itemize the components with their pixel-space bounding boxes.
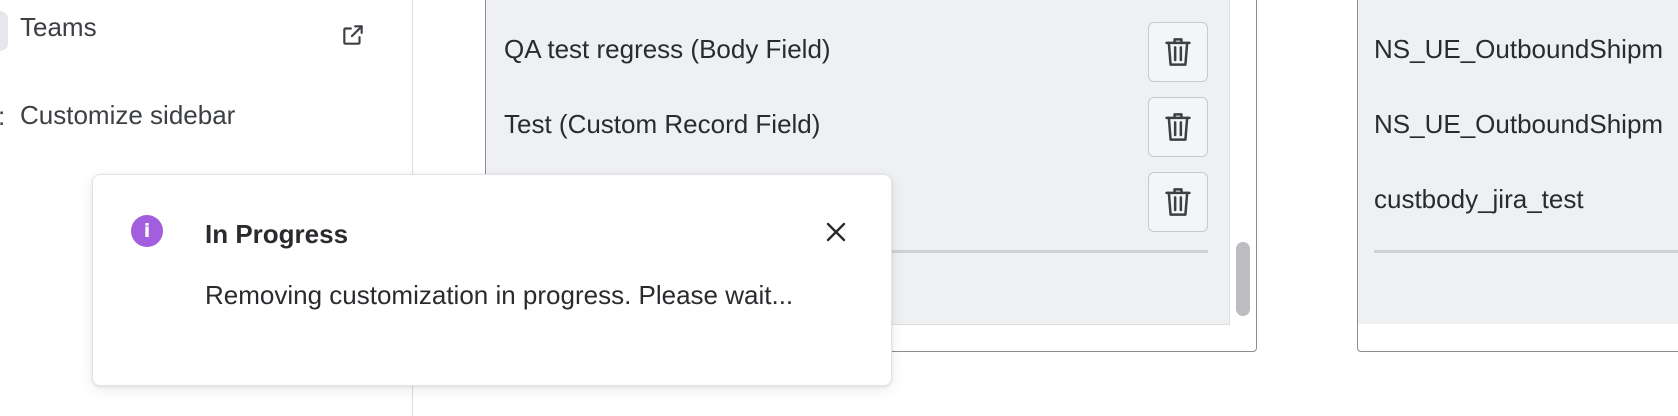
script-list-panel: NS_UE_OutboundShipm NS_UE_OutboundShipm … — [1357, 0, 1678, 352]
customize-sidebar-label: Customize sidebar — [20, 100, 236, 130]
customize-icon: : — [0, 101, 5, 132]
divider — [1374, 250, 1678, 253]
trash-icon — [1165, 38, 1191, 66]
toast-title: In Progress — [205, 219, 349, 249]
script-list[interactable]: NS_UE_OutboundShipm NS_UE_OutboundShipm … — [1358, 0, 1678, 324]
delete-button[interactable] — [1148, 22, 1208, 82]
close-button[interactable] — [821, 217, 851, 247]
trash-icon — [1165, 188, 1191, 216]
list-item[interactable]: NS_UE_OutboundShipm — [1374, 109, 1663, 140]
list-item: Test (Custom Record Field) — [486, 87, 1229, 167]
field-label: Test (Custom Record Field) — [504, 109, 821, 139]
progress-toast: i In Progress Removing customization in … — [92, 174, 892, 386]
page: Teams : Customize sidebar QA test regres… — [0, 0, 1678, 416]
delete-button[interactable] — [1148, 172, 1208, 232]
list-item[interactable]: NS_UE_OutboundShipm — [1374, 34, 1663, 65]
sidebar-item-label: Teams — [20, 12, 97, 42]
customize-sidebar-button[interactable]: : Customize sidebar — [0, 96, 380, 136]
list-item: QA test regress (Body Field) — [486, 12, 1229, 92]
close-icon — [826, 222, 846, 242]
field-label: QA test regress (Body Field) — [504, 34, 831, 64]
list-item[interactable]: custbody_jira_test — [1374, 184, 1584, 215]
sidebar-item-teams[interactable]: Teams — [0, 8, 380, 51]
toast-message: Removing customization in progress. Plea… — [205, 280, 794, 310]
trash-icon — [1165, 113, 1191, 141]
delete-button[interactable] — [1148, 97, 1208, 157]
scrollbar-thumb[interactable] — [1236, 242, 1250, 316]
info-icon: i — [131, 215, 163, 247]
external-link-icon[interactable] — [340, 22, 366, 48]
sidebar-item-active-indicator — [0, 11, 8, 51]
